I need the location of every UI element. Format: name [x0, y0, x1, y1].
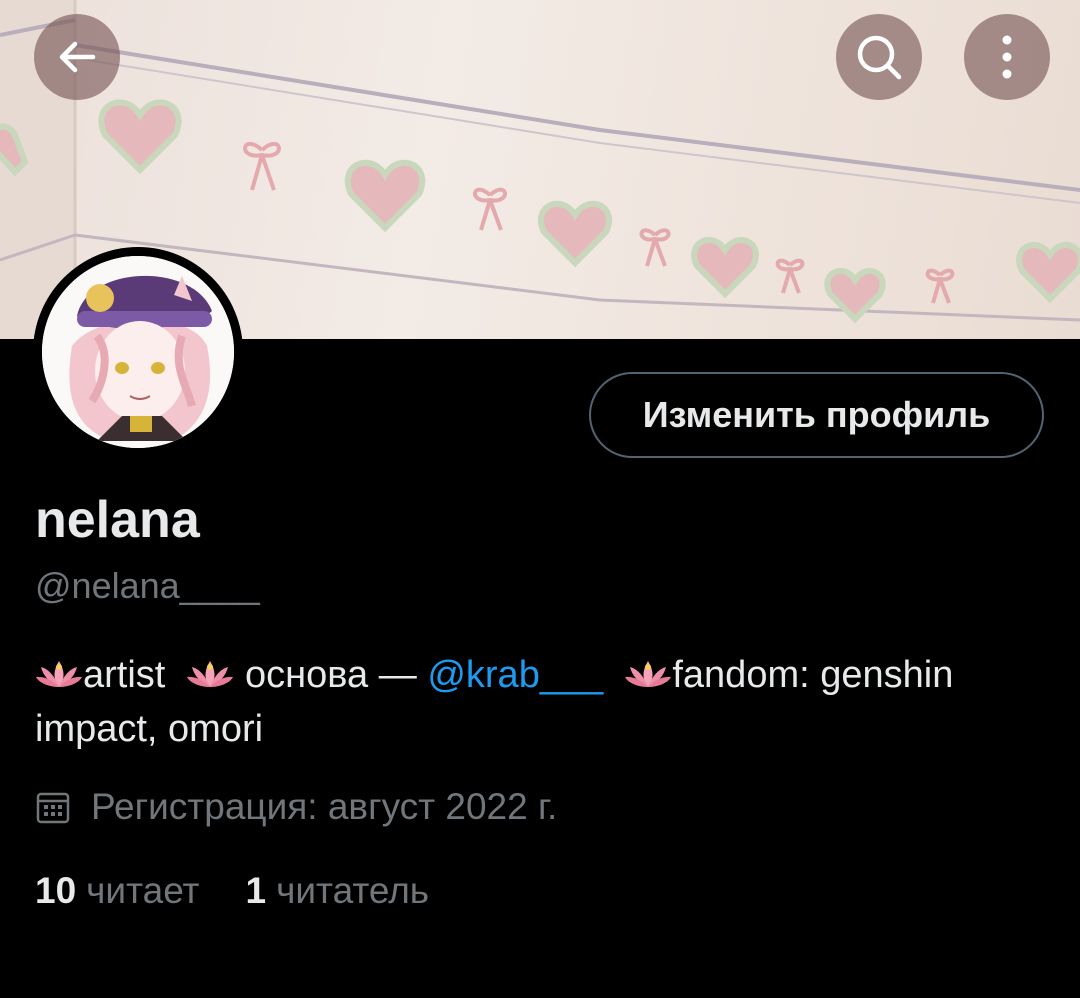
bio-mention-link[interactable]: @krab___	[427, 654, 603, 696]
following-label: читает	[86, 870, 200, 911]
bio-text-artist: artist	[83, 654, 166, 696]
more-vertical-icon	[1002, 35, 1012, 79]
arrow-left-icon	[59, 41, 96, 73]
lotus-icon	[36, 661, 82, 687]
search-button[interactable]	[836, 14, 922, 100]
join-date: Регистрация: август 2022 г.	[35, 786, 557, 828]
avatar-image	[42, 256, 234, 448]
followers-link[interactable]: 1 читатель	[246, 870, 430, 912]
search-icon	[857, 35, 902, 80]
follow-stats: 10 читает 1 читатель	[35, 870, 429, 912]
more-options-button[interactable]	[964, 14, 1050, 100]
join-date-text: Регистрация: август 2022 г.	[91, 786, 558, 827]
following-count: 10	[35, 870, 77, 911]
calendar-icon	[36, 792, 70, 824]
profile-avatar[interactable]	[33, 247, 243, 457]
bio-text-base: основа —	[245, 654, 417, 696]
lotus-icon	[187, 661, 234, 687]
edit-profile-button[interactable]: Изменить профиль	[589, 372, 1044, 458]
lotus-icon	[625, 661, 672, 687]
user-handle: @nelana____	[35, 565, 260, 606]
profile-bio: artist основа — @krab___ fandom: genshin…	[35, 648, 1045, 756]
display-name: nelana	[35, 491, 200, 549]
back-button[interactable]	[34, 14, 120, 100]
followers-label: читатель	[276, 870, 430, 911]
following-link[interactable]: 10 читает	[35, 870, 200, 912]
followers-count: 1	[245, 870, 267, 911]
